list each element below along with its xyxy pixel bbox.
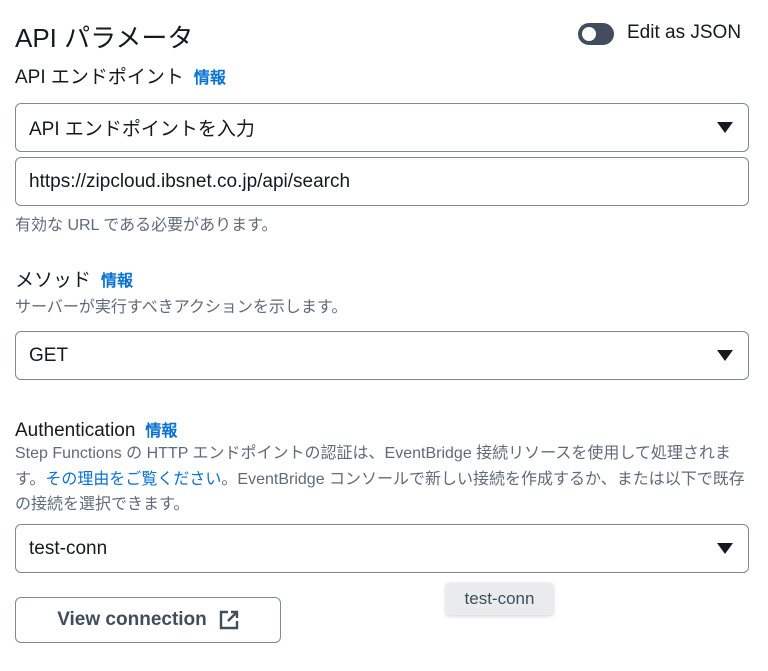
auth-label: Authentication 情報 xyxy=(15,417,177,442)
endpoint-url-input[interactable]: https://zipcloud.ibsnet.co.jp/api/search xyxy=(15,157,749,206)
method-select-value: GET xyxy=(29,344,69,366)
endpoint-url-value: https://zipcloud.ibsnet.co.jp/api/search xyxy=(29,170,351,192)
endpoint-helper: 有効な URL である必要があります。 xyxy=(15,217,278,234)
method-label: メソッド 情報 xyxy=(15,265,133,292)
caret-down-icon xyxy=(717,122,733,133)
page-title: API パラメータ xyxy=(15,23,194,53)
endpoint-select[interactable]: API エンドポイントを入力 xyxy=(15,103,749,152)
endpoint-select-value: API エンドポイントを入力 xyxy=(29,119,255,140)
view-connection-label: View connection xyxy=(57,609,207,630)
method-description: サーバーが実行すべきアクションを示します。 xyxy=(15,299,348,316)
method-select[interactable]: GET xyxy=(15,331,749,380)
auth-info-link[interactable]: 情報 xyxy=(145,423,177,440)
connection-select-value: test-conn xyxy=(29,537,108,559)
endpoint-label-text: API エンドポイント xyxy=(15,67,184,88)
edit-as-json-toggle[interactable] xyxy=(578,23,614,45)
auth-description: Step Functions の HTTP エンドポイントの認証は、EventB… xyxy=(15,441,755,518)
auth-label-text: Authentication xyxy=(15,420,136,441)
connection-select[interactable]: test-conn xyxy=(15,524,749,573)
endpoint-info-link[interactable]: 情報 xyxy=(194,70,226,87)
external-link-icon xyxy=(219,610,238,630)
endpoint-label: API エンドポイント 情報 xyxy=(15,62,226,89)
auth-reason-link[interactable]: その理由をご覧ください xyxy=(45,471,221,488)
caret-down-icon xyxy=(717,543,733,554)
connection-tooltip: test-conn xyxy=(446,583,553,615)
caret-down-icon xyxy=(717,350,733,361)
method-label-text: メソッド xyxy=(15,270,92,291)
edit-as-json-label: Edit as JSON xyxy=(627,22,742,43)
view-connection-button[interactable]: View connection xyxy=(15,597,281,643)
method-info-link[interactable]: 情報 xyxy=(101,273,133,290)
